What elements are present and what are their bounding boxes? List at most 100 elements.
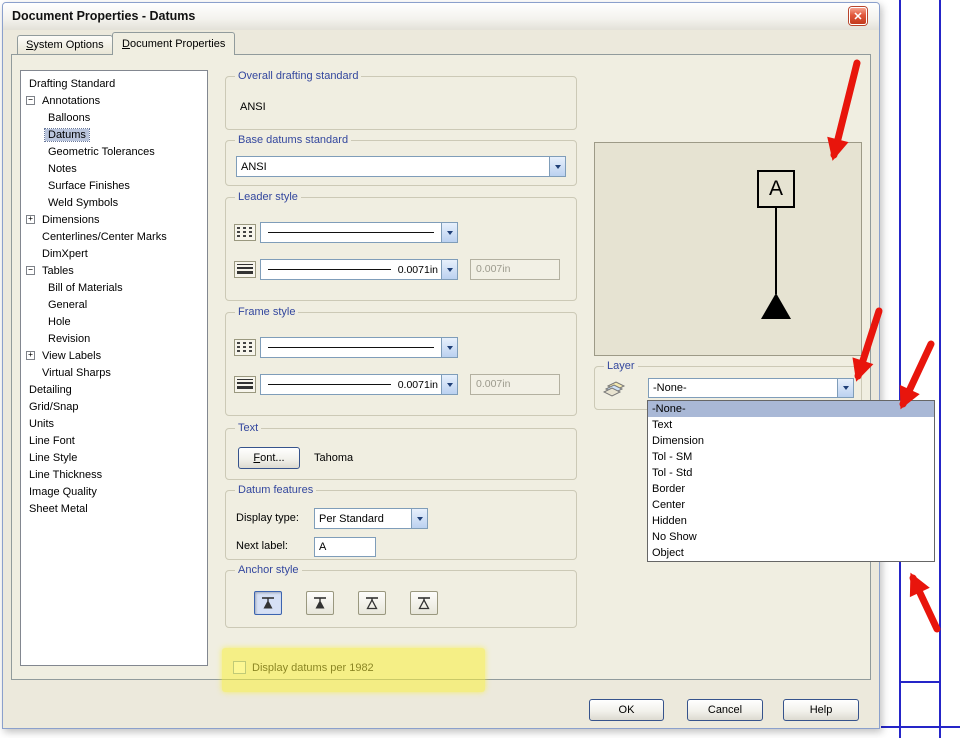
tree-item-line-style[interactable]: Line Style [21, 449, 207, 466]
layer-option-object[interactable]: Object [648, 545, 934, 561]
display-type-select[interactable]: Per Standard [314, 508, 428, 529]
tab-system-options[interactable]: System Options [17, 35, 113, 54]
collapse-icon[interactable]: − [26, 266, 35, 275]
tree-item-label: Datums [44, 127, 90, 142]
tree-item-geometric-tolerances[interactable]: Geometric Tolerances [21, 143, 207, 160]
tree-item-grid-snap[interactable]: Grid/Snap [21, 398, 207, 415]
cancel-button[interactable]: Cancel [687, 699, 763, 721]
tree-item-dimxpert[interactable]: DimXpert [21, 245, 207, 262]
layer-option-border[interactable]: Border [648, 481, 934, 497]
datum-symbol-box: A [757, 170, 795, 208]
tree-item-weld-symbols[interactable]: Weld Symbols [21, 194, 207, 211]
tree-item-virtual-sharps[interactable]: Virtual Sharps [21, 364, 207, 381]
leader-line-thickness-select[interactable]: 0.0071in [260, 259, 458, 280]
tree-item-label: Dimensions [42, 213, 100, 226]
tree-item-units[interactable]: Units [21, 415, 207, 432]
dropdown-arrow-icon[interactable] [837, 379, 853, 397]
group-title: Leader style [235, 191, 301, 203]
tree-item-surface-finishes[interactable]: Surface Finishes [21, 177, 207, 194]
anchor-style-button-2[interactable] [306, 591, 334, 615]
datum-preview: A [594, 142, 862, 356]
frame-line-style-select[interactable] [260, 337, 458, 358]
group-overall-drafting-standard: Overall drafting standard ANSI [225, 70, 577, 130]
font-name-label: Tahoma [314, 452, 354, 464]
close-icon[interactable]: ✕ [849, 7, 867, 25]
group-title: Text [235, 422, 262, 434]
layer-select[interactable]: -None- [648, 378, 854, 398]
group-base-datums-standard: Base datums standard ANSI [225, 134, 577, 186]
tab-page: Drafting Standard − Annotations Balloons Dat… [11, 54, 935, 680]
tree-item-label: View Labels [42, 349, 102, 362]
tree-item-label: Geometric Tolerances [48, 145, 155, 158]
tree-item-tables[interactable]: − Tables [21, 262, 207, 279]
dropdown-arrow-icon[interactable] [441, 260, 457, 279]
layer-option-hidden[interactable]: Hidden [648, 513, 934, 529]
next-label-input[interactable] [314, 537, 376, 557]
dialog-titlebar[interactable]: Document Properties - Datums ✕ [3, 3, 879, 30]
tree-item-notes[interactable]: Notes [21, 160, 207, 177]
settings-tree[interactable]: Drafting Standard − Annotations Balloons Dat… [20, 70, 208, 666]
expand-icon[interactable]: + [26, 351, 35, 360]
display-datums-1982-row: Display datums per 1982 [233, 661, 374, 674]
tree-item-label: Sheet Metal [29, 502, 88, 515]
tree-item-centerlines-center-marks[interactable]: Centerlines/Center Marks [21, 228, 207, 245]
font-button[interactable]: Font... [238, 447, 300, 469]
layer-option-no-show[interactable]: No Show [648, 529, 934, 545]
tree-item-balloons[interactable]: Balloons [21, 109, 207, 126]
datum-anchor-icon [418, 596, 430, 609]
dropdown-arrow-icon[interactable] [441, 338, 457, 357]
tree-item-dimensions[interactable]: + Dimensions [21, 211, 207, 228]
tree-item-general[interactable]: General [21, 296, 207, 313]
dropdown-arrow-icon[interactable] [411, 509, 427, 528]
tree-item-image-quality[interactable]: Image Quality [21, 483, 207, 500]
layer-option-tol-std[interactable]: Tol - Std [648, 465, 934, 481]
tree-item-label: Units [29, 417, 55, 430]
layer-dropdown-list: -None- Text Dimension Tol - SM Tol - Std Bord… [647, 400, 935, 562]
line-style-sample [268, 347, 434, 348]
tree-item-line-thickness[interactable]: Line Thickness [21, 466, 207, 483]
tab-document-properties[interactable]: Document Properties [112, 32, 236, 55]
dropdown-arrow-icon[interactable] [549, 157, 565, 176]
layer-option-tol-sm[interactable]: Tol - SM [648, 449, 934, 465]
thickness-value: 0.0071in [397, 263, 438, 276]
tree-item-hole[interactable]: Hole [21, 313, 207, 330]
layer-option--none-[interactable]: -None- [648, 401, 934, 417]
anchor-style-button-4[interactable] [410, 591, 438, 615]
tree-item-bill-of-materials[interactable]: Bill of Materials [21, 279, 207, 296]
tree-item-sheet-metal[interactable]: Sheet Metal [21, 500, 207, 517]
layer-option-center[interactable]: Center [648, 497, 934, 513]
tree-item-label: Tables [42, 264, 74, 277]
tree-item-annotations[interactable]: − Annotations [21, 92, 207, 109]
display-datums-1982-checkbox[interactable] [233, 661, 246, 674]
frame-custom-thickness-input: 0.007in [470, 374, 560, 395]
tree-item-label: Revision [48, 332, 91, 345]
tree-item-label: Image Quality [29, 485, 97, 498]
tree-item-drafting-standard[interactable]: Drafting Standard [21, 75, 207, 92]
line-style-sample [268, 232, 434, 233]
line-thickness-sample [268, 269, 391, 270]
ok-button[interactable]: OK [589, 699, 664, 721]
datum-symbol-triangle [761, 293, 791, 319]
tree-item-detailing[interactable]: Detailing [21, 381, 207, 398]
tree-item-view-labels[interactable]: + View Labels [21, 347, 207, 364]
line-thickness-sample [268, 384, 391, 385]
annotation-arrow-layer-list [899, 340, 935, 410]
anchor-style-button-1[interactable] [254, 591, 282, 615]
collapse-icon[interactable]: − [26, 96, 35, 105]
base-datums-standard-select[interactable]: ANSI [236, 156, 566, 177]
anchor-style-button-3[interactable] [358, 591, 386, 615]
layer-option-dimension[interactable]: Dimension [648, 433, 934, 449]
frame-line-thickness-select[interactable]: 0.0071in [260, 374, 458, 395]
leader-line-style-select[interactable] [260, 222, 458, 243]
dropdown-arrow-icon[interactable] [441, 375, 457, 394]
help-button[interactable]: Help [783, 699, 859, 721]
dropdown-arrow-icon[interactable] [441, 223, 457, 242]
datum-symbol-leader [775, 208, 777, 294]
group-title: Frame style [235, 306, 299, 318]
tree-item-line-font[interactable]: Line Font [21, 432, 207, 449]
layer-option-text[interactable]: Text [648, 417, 934, 433]
tree-item-revision[interactable]: Revision [21, 330, 207, 347]
tree-item-datums[interactable]: Datums [21, 126, 207, 143]
expand-icon[interactable]: + [26, 215, 35, 224]
thickness-value: 0.0071in [397, 378, 438, 391]
